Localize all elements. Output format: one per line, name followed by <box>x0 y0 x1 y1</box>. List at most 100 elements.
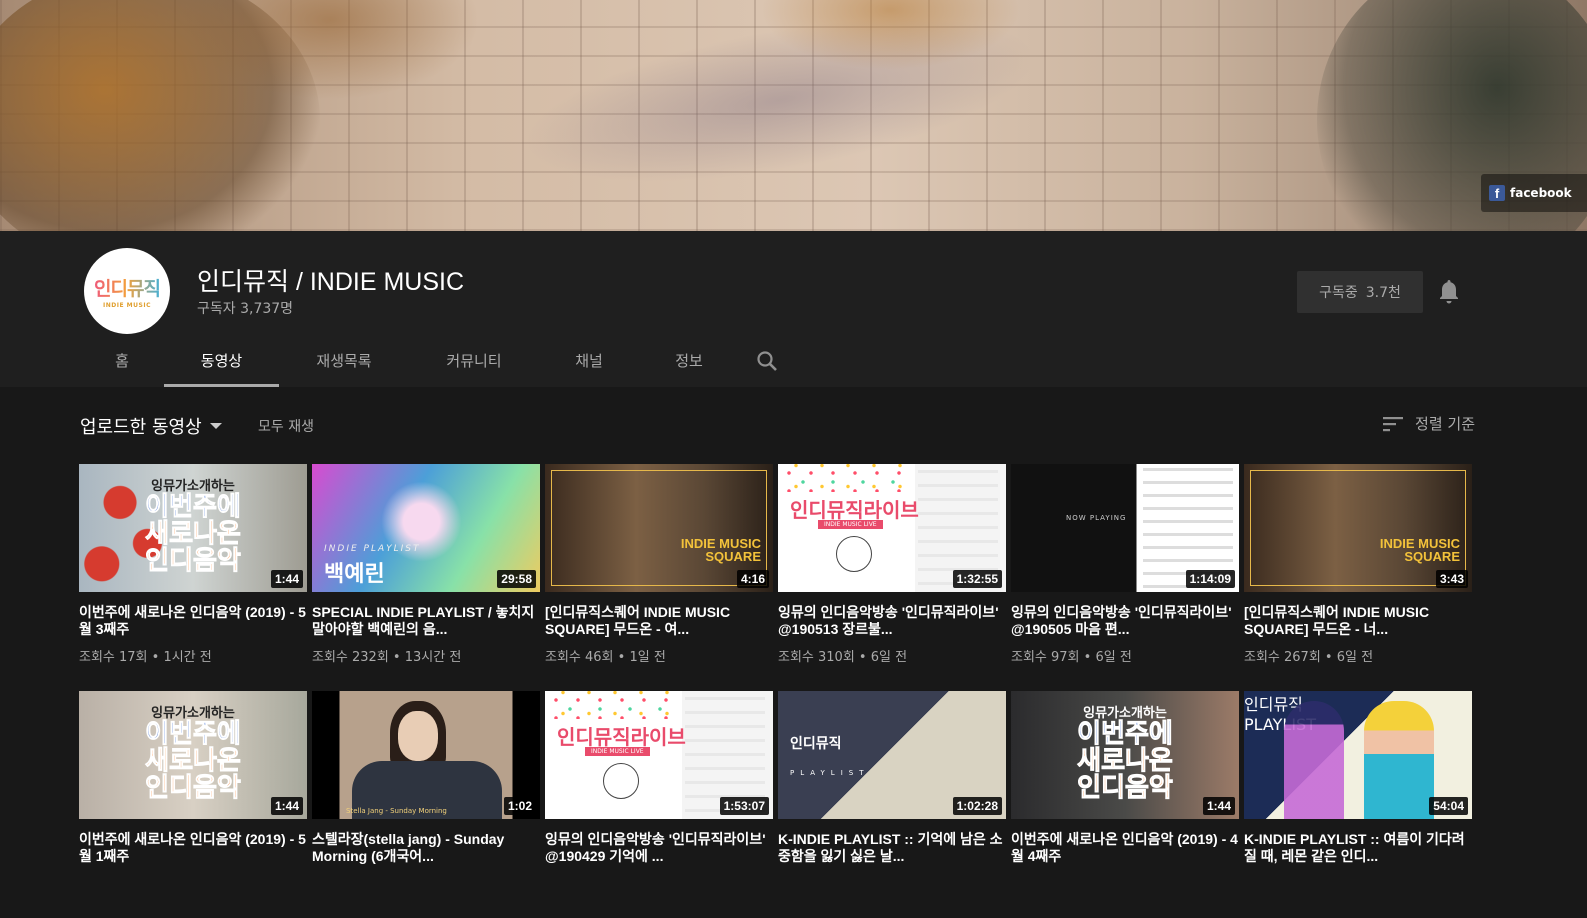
thumbnail-overlay-text: 인디뮤직 <box>790 736 842 752</box>
facebook-link[interactable]: f facebook <box>1481 174 1587 212</box>
video-card[interactable]: 잉뮤가소개하는 이번주에 새로나온 인디음악 1:44 이번주에 새로나온 인디… <box>1011 691 1239 918</box>
tab-home[interactable]: 홈 <box>80 334 164 387</box>
video-title[interactable]: K-INDIE PLAYLIST :: 여름이 기다려질 때, 레몬 같은 인디… <box>1244 831 1472 865</box>
tab-label: 동영상 <box>200 352 243 370</box>
thumbnail-overlay-text: 백예린 <box>324 562 385 587</box>
video-card[interactable]: 인디뮤직 PLAYLIST 54:04 K-INDIE PLAYLIST :: … <box>1244 691 1472 918</box>
video-card[interactable]: INDIE MUSIC SQUARE 3:43 [인디뮤직스퀘어 INDIE MU… <box>1244 464 1472 691</box>
tab-label: 재생목록 <box>316 352 372 370</box>
tab-about[interactable]: 정보 <box>639 334 739 387</box>
video-grid: 잉뮤가소개하는 이번주에 새로나온 인디음악 1:44 이번주에 새로나온 인디… <box>79 464 1474 918</box>
video-thumbnail[interactable]: 잉뮤가소개하는 이번주에 새로나온 인디음악 1:44 <box>1011 691 1239 819</box>
tab-label: 채널 <box>575 352 603 370</box>
subscribed-count: 3.7천 <box>1365 285 1401 301</box>
subscribed-label: 구독중 <box>1319 285 1358 301</box>
caret-down-icon <box>209 423 222 429</box>
thumbnail-overlay-text: Stella Jang - Sunday Morning <box>346 807 447 815</box>
video-thumbnail[interactable]: INDIE PLAYLIST 백예린 29:58 <box>312 464 540 592</box>
video-card[interactable]: 인디뮤직라이브 INDIE MUSIC LIVE 1:53:07 잉뮤의 인디음… <box>545 691 773 918</box>
thumbnail-overlay-text: 인디뮤직 <box>1244 695 1303 714</box>
video-card[interactable]: 인디뮤직라이브 INDIE MUSIC LIVE 1:32:55 잉뮤의 인디음… <box>778 464 1006 691</box>
sort-button[interactable]: 정렬 기준 <box>1383 413 1475 434</box>
sort-icon <box>1383 416 1404 431</box>
video-duration: 1:32:55 <box>952 570 1002 588</box>
video-duration: 1:02 <box>503 797 536 815</box>
facebook-label: facebook <box>1510 186 1572 200</box>
video-thumbnail[interactable]: 잉뮤가소개하는 이번주에 새로나온 인디음악 1:44 <box>79 691 307 819</box>
uploads-dropdown[interactable]: 업로드한 동영상 <box>80 413 222 439</box>
channel-avatar[interactable]: 인디뮤직 INDIE MUSIC <box>84 248 170 334</box>
video-duration: 1:14:09 <box>1185 570 1235 588</box>
video-duration: 3:43 <box>1435 570 1468 588</box>
thumbnail-overlay-text: 인디뮤직라이브 <box>557 725 686 749</box>
video-title[interactable]: [인디뮤직스퀘어 INDIE MUSIC SQUARE] 무드온 - 너... <box>1244 604 1472 638</box>
video-card[interactable]: 잉뮤가소개하는 이번주에 새로나온 인디음악 1:44 이번주에 새로나온 인디… <box>79 691 307 918</box>
video-meta: 조회수 310회 • 6일 전 <box>778 650 908 665</box>
video-thumbnail[interactable]: Stella Jang - Sunday Morning 1:02 <box>312 691 540 819</box>
video-thumbnail[interactable]: 인디뮤직라이브 INDIE MUSIC LIVE 1:53:07 <box>545 691 773 819</box>
tab-videos[interactable]: 동영상 <box>164 334 279 387</box>
video-title[interactable]: 잉뮤의 인디음악방송 '인디뮤직라이브' @190505 마음 편... <box>1011 604 1239 638</box>
video-title[interactable]: 이번주에 새로나온 인디음악 (2019) - 5월 1째주 <box>79 831 307 865</box>
channel-search-icon[interactable] <box>739 334 795 387</box>
video-thumbnail[interactable]: 인디뮤직라이브 INDIE MUSIC LIVE 1:32:55 <box>778 464 1006 592</box>
video-card[interactable]: 잉뮤가소개하는 이번주에 새로나온 인디음악 1:44 이번주에 새로나온 인디… <box>79 464 307 691</box>
video-thumbnail[interactable]: NOW PLAYING 1:14:09 <box>1011 464 1239 592</box>
channel-header: 인디뮤직 INDIE MUSIC 인디뮤직 / INDIE MUSIC 구독자 … <box>0 231 1587 387</box>
video-card[interactable]: 인디뮤직 PLAYLIST 1:02:28 K-INDIE PLAYLIST :… <box>778 691 1006 918</box>
video-duration: 4:16 <box>736 570 769 588</box>
facebook-icon: f <box>1489 185 1505 201</box>
video-title[interactable]: 이번주에 새로나온 인디음악 (2019) - 4월 4째주 <box>1011 831 1239 865</box>
notification-bell-icon[interactable] <box>1437 278 1461 306</box>
video-title[interactable]: 이번주에 새로나온 인디음악 (2019) - 5월 3째주 <box>79 604 307 638</box>
tab-label: 커뮤니티 <box>446 352 502 370</box>
video-meta: 조회수 46회 • 1일 전 <box>545 650 666 665</box>
video-duration: 1:02:28 <box>952 797 1002 815</box>
video-duration: 1:44 <box>1202 797 1235 815</box>
video-card[interactable]: Stella Jang - Sunday Morning 1:02 스텔라장(s… <box>312 691 540 918</box>
video-meta: 조회수 267회 • 6일 전 <box>1244 650 1374 665</box>
play-all-button[interactable]: 모두 재생 <box>258 416 314 436</box>
video-title[interactable]: [인디뮤직스퀘어 INDIE MUSIC SQUARE] 무드온 - 여... <box>545 604 773 638</box>
thumbnail-overlay-text: INDIE MUSIC LIVE <box>818 520 883 529</box>
sort-label: 정렬 기준 <box>1415 415 1475 433</box>
tab-community[interactable]: 커뮤니티 <box>409 334 539 387</box>
video-meta: 조회수 97회 • 6일 전 <box>1011 650 1132 665</box>
tab-channels[interactable]: 채널 <box>539 334 639 387</box>
video-duration: 1:44 <box>270 570 303 588</box>
video-thumbnail[interactable]: 인디뮤직 PLAYLIST 1:02:28 <box>778 691 1006 819</box>
video-thumbnail[interactable]: 인디뮤직 PLAYLIST 54:04 <box>1244 691 1472 819</box>
video-title[interactable]: K-INDIE PLAYLIST :: 기억에 남은 소중함을 잃기 싫은 날.… <box>778 831 1006 865</box>
channel-title: 인디뮤직 / INDIE MUSIC <box>197 268 465 296</box>
video-duration: 1:44 <box>270 797 303 815</box>
video-title[interactable]: 잉뮤의 인디음악방송 '인디뮤직라이브' @190429 기억에 ... <box>545 831 773 865</box>
video-thumbnail[interactable]: INDIE MUSIC SQUARE 3:43 <box>1244 464 1472 592</box>
tab-label: 홈 <box>115 352 129 370</box>
video-duration: 54:04 <box>1429 797 1468 815</box>
video-thumbnail[interactable]: 잉뮤가소개하는 이번주에 새로나온 인디음악 1:44 <box>79 464 307 592</box>
video-card[interactable]: NOW PLAYING 1:14:09 잉뮤의 인디음악방송 '인디뮤직라이브'… <box>1011 464 1239 691</box>
avatar-text: 인디뮤직 <box>94 274 161 301</box>
thumbnail-overlay-text: INDIE MUSIC LIVE <box>585 747 650 756</box>
thumbnail-overlay-text: 잉뮤가소개하는 이번주에 새로나온 인디음악 <box>145 706 242 804</box>
video-title[interactable]: SPECIAL INDIE PLAYLIST / 놓치지 말아야할 백예린의 음… <box>312 604 540 638</box>
subscribed-button[interactable]: 구독중 3.7천 <box>1297 271 1423 313</box>
video-meta: 조회수 17회 • 1시간 전 <box>79 650 212 665</box>
thumbnail-overlay-text: INDIE PLAYLIST <box>324 544 421 554</box>
video-thumbnail[interactable]: INDIE MUSIC SQUARE 4:16 <box>545 464 773 592</box>
video-meta: 조회수 232회 • 13시간 전 <box>312 650 462 665</box>
video-card[interactable]: INDIE PLAYLIST 백예린 29:58 SPECIAL INDIE P… <box>312 464 540 691</box>
thumbnail-overlay-text: 잉뮤가소개하는 이번주에 새로나온 인디음악 <box>1077 706 1174 804</box>
video-title[interactable]: 스텔라장(stella jang) - Sunday Morning (6개국어… <box>312 831 540 865</box>
avatar-subtext: INDIE MUSIC <box>103 301 151 309</box>
thumbnail-overlay-text: 잉뮤가소개하는 이번주에 새로나온 인디음악 <box>145 479 242 577</box>
video-title[interactable]: 잉뮤의 인디음악방송 '인디뮤직라이브' @190513 장르불... <box>778 604 1006 638</box>
tab-label: 정보 <box>675 352 703 370</box>
tab-playlists[interactable]: 재생목록 <box>279 334 409 387</box>
uploads-label: 업로드한 동영상 <box>80 417 202 438</box>
video-duration: 1:53:07 <box>719 797 769 815</box>
video-card[interactable]: INDIE MUSIC SQUARE 4:16 [인디뮤직스퀘어 INDIE MU… <box>545 464 773 691</box>
section-bar: 업로드한 동영상 모두 재생 정렬 기준 <box>80 405 1475 445</box>
thumbnail-overlay-text: INDIE MUSIC SQUARE <box>680 535 761 565</box>
thumbnail-overlay-text: PLAYLIST <box>790 769 870 777</box>
